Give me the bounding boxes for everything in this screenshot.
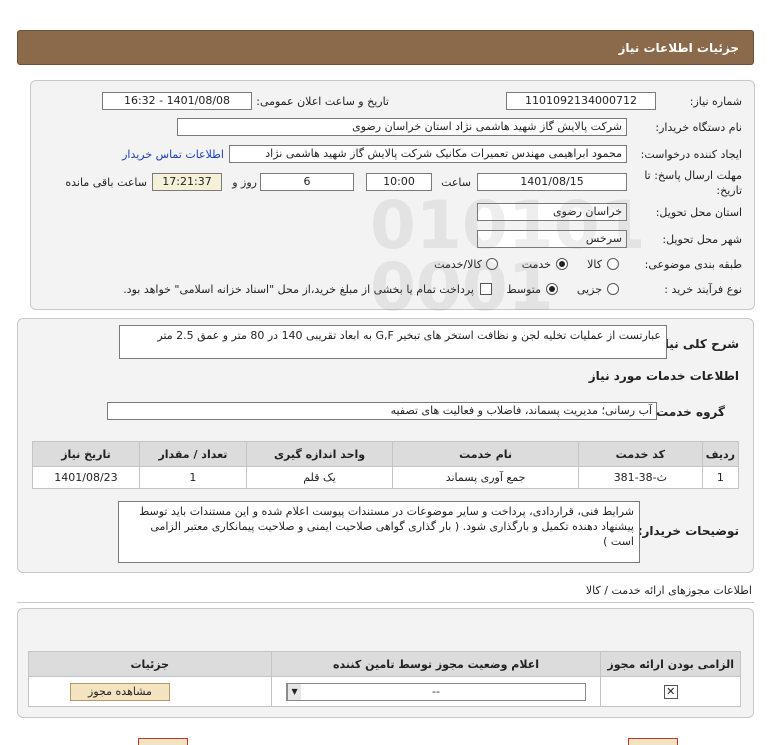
process-option-medium: متوسط (506, 283, 541, 296)
deadline-label: مهلت ارسال پاسخ: تا (644, 169, 742, 182)
announce-field: 1401/08/08 - 16:32 (102, 92, 252, 110)
need-info-panel: شماره نیاز: 1101092134000712 تاریخ و ساع… (30, 80, 755, 310)
cell-date: 1401/08/23 (32, 466, 140, 489)
col-unit: واحد اندازه گیری (245, 441, 394, 467)
days-field: 6 (260, 173, 354, 191)
licenses-divider (17, 602, 754, 603)
licenses-table: الزامی بودن ارائه مجوز اعلام وضعیت مجوز … (28, 651, 741, 707)
process-label: نوع فرآیند خرید : (664, 283, 742, 296)
licenses-table-header: الزامی بودن ارائه مجوز اعلام وضعیت مجوز … (28, 651, 741, 677)
category-label: طبقه بندی موضوعی: (644, 258, 742, 271)
col-name: نام خدمت (392, 441, 579, 467)
service-group-field: آب رسانی؛ مدیریت پسماند، فاضلاب و فعالیت… (107, 402, 657, 420)
view-license-button[interactable]: مشاهده مجوز (70, 682, 170, 701)
process-option-minor: جزیی (576, 283, 602, 296)
process-radio-minor[interactable] (607, 283, 619, 295)
col-license-details: جزئیات (28, 651, 272, 677)
required-x-icon: ✕ (663, 684, 678, 699)
col-row: ردیف (701, 441, 740, 467)
bottom-button-left[interactable] (138, 738, 188, 745)
summary-text: عبارتست از عملیات تخلیه لجن و نظافت استخ… (119, 325, 667, 359)
cell-unit: یک قلم (245, 466, 394, 489)
need-number-field: 1101092134000712 (506, 92, 656, 110)
cell-license-required: ✕ (600, 676, 741, 707)
creator-label: ایجاد کننده درخواست: (640, 148, 742, 161)
category-option-goods: کالا (587, 258, 602, 271)
city-field: سرخس (477, 230, 627, 248)
buyer-notes-label: توضیحات خریدار: (637, 524, 739, 538)
deadline-date-field: 1401/08/15 (477, 173, 627, 191)
cell-license-details: مشاهده مجوز (28, 676, 272, 707)
page-header: جزئیات اطلاعات نیاز (17, 30, 754, 65)
cell-code: ث-38-381 (577, 466, 703, 489)
col-license-status: اعلام وضعیت مجوز توسط تامین کننده (270, 651, 602, 677)
creator-field: محمود ابراهیمی مهندس تعمیرات مکانیک شرکت… (229, 145, 627, 163)
need-details-panel: شرح کلی نیاز: عبارتست از عملیات تخلیه لج… (17, 318, 754, 573)
treasury-payment-checkbox[interactable] (480, 283, 492, 295)
col-date: تاریخ نیاز (32, 441, 140, 467)
col-code: کد خدمت (577, 441, 703, 467)
table-row: ✕ -- ▼ مشاهده مجوز (28, 676, 741, 707)
deadline-time-label: ساعت (441, 176, 471, 189)
bottom-button-right[interactable] (628, 738, 678, 745)
category-option-goods-service: کالا/خدمت (434, 258, 482, 271)
cell-name: جمع آوری پسماند (392, 466, 579, 489)
table-row: 1 ث-38-381 جمع آوری پسماند یک قلم 1 1401… (32, 466, 740, 489)
services-section-title: اطلاعات خدمات مورد نیاز (588, 369, 739, 383)
announce-label: تاریخ و ساعت اعلان عمومی: (256, 95, 389, 108)
province-label: استان محل تحویل: (655, 206, 742, 219)
category-radio-goods[interactable] (607, 258, 619, 270)
licenses-section-title: اطلاعات مجوزهای ارائه خدمت / کالا (585, 584, 752, 597)
buyer-label: نام دستگاه خریدار: (655, 121, 742, 134)
chevron-down-icon[interactable]: ▼ (287, 683, 302, 700)
buyer-notes-text: شرایط فنی، قراردادی، پرداخت و سایر موضوع… (118, 501, 640, 563)
col-qty: تعداد / مقدار (138, 441, 247, 467)
buyer-contact-link[interactable]: اطلاعات تماس خریدار (122, 148, 224, 161)
buyer-field: شرکت پالایش گاز شهید هاشمی نژاد استان خر… (177, 118, 627, 136)
remaining-time-field: 17:21:37 (152, 173, 222, 191)
process-radio-medium[interactable] (546, 283, 558, 295)
deadline-label-date: تاریخ: (716, 184, 742, 197)
service-group-label: گروه خدمت: (651, 405, 725, 419)
category-radio-goods-service[interactable] (486, 258, 498, 270)
city-label: شهر محل تحویل: (662, 233, 742, 246)
cell-qty: 1 (138, 466, 247, 489)
need-number-label: شماره نیاز: (689, 95, 742, 108)
deadline-time-field: 10:00 (366, 173, 432, 191)
license-status-select[interactable]: -- ▼ (286, 682, 587, 701)
licenses-panel: الزامی بودن ارائه مجوز اعلام وضعیت مجوز … (17, 608, 754, 718)
days-label: روز و (232, 176, 257, 189)
province-field: خراسان رضوی (477, 203, 627, 221)
license-status-value: -- (432, 684, 440, 698)
category-radio-service[interactable] (556, 258, 568, 270)
page-title: جزئیات اطلاعات نیاز (618, 41, 739, 55)
remaining-time-label: ساعت باقی مانده (65, 176, 147, 189)
treasury-payment-note: پرداخت تمام یا بخشی از مبلغ خرید،از محل … (123, 283, 474, 296)
services-table: ردیف کد خدمت نام خدمت واحد اندازه گیری ت… (32, 441, 740, 489)
category-option-service: خدمت (521, 258, 551, 271)
cell-license-status: -- ▼ (270, 676, 602, 707)
services-table-header: ردیف کد خدمت نام خدمت واحد اندازه گیری ت… (32, 441, 740, 467)
cell-row: 1 (701, 466, 740, 489)
col-license-required: الزامی بودن ارائه مجوز (600, 651, 741, 677)
